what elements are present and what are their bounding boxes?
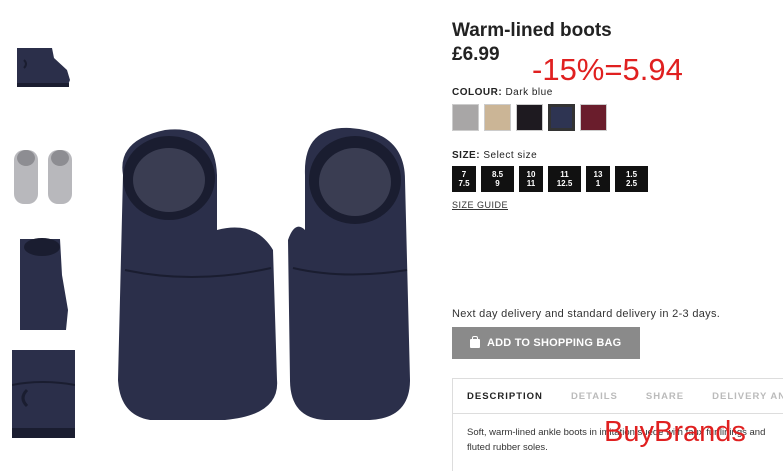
thumbnail-front-view[interactable] — [12, 235, 75, 332]
size-value: Select size — [483, 150, 538, 161]
size-option-line1: 8.5 — [491, 170, 504, 179]
thumbnail-side-view[interactable] — [12, 40, 75, 92]
colour-label-row: COLOUR: Dark blue — [452, 87, 553, 98]
tab-delivery[interactable]: DELIVERY AN — [698, 391, 783, 402]
size-option[interactable]: 11 12.5 — [548, 166, 581, 192]
size-guide-link[interactable]: SIZE GUIDE — [452, 200, 508, 210]
size-option-line2: 7.5 — [458, 179, 470, 188]
discount-annotation: -15%=5.94 — [532, 52, 683, 87]
watermark: BuyBrands — [604, 416, 746, 448]
colour-swatches — [452, 104, 607, 131]
size-option-line1: 7 — [461, 170, 467, 179]
tab-description[interactable]: DESCRIPTION — [453, 391, 557, 402]
tab-bar: DESCRIPTION DETAILS SHARE DELIVERY AN — [453, 379, 783, 414]
thumbnail-detail-view[interactable] — [12, 350, 75, 438]
colour-swatch-burgundy[interactable] — [580, 104, 607, 131]
shopping-bag-icon — [470, 335, 480, 348]
colour-label: COLOUR: — [452, 87, 503, 98]
size-options: 7 7.5 8.5 9 10 11 11 12.5 13 1 1.5 2.5 — [452, 166, 648, 192]
colour-value: Dark blue — [505, 87, 553, 98]
size-option-line2: 2.5 — [625, 179, 638, 188]
size-option-line2: 1 — [595, 179, 601, 188]
size-option-line1: 11 — [560, 170, 569, 179]
product-title: Warm-lined boots — [452, 20, 612, 41]
product-price: £6.99 — [452, 44, 500, 65]
delivery-info: Next day delivery and standard delivery … — [452, 308, 721, 320]
thumbnail-top-view-grey[interactable] — [12, 140, 75, 208]
size-option[interactable]: 1.5 2.5 — [615, 166, 648, 192]
size-option[interactable]: 10 11 — [519, 166, 543, 192]
size-option-line1: 13 — [593, 170, 603, 179]
colour-swatch-beige[interactable] — [484, 104, 511, 131]
size-label: SIZE: — [452, 150, 481, 161]
size-option-line2: 11 — [526, 179, 536, 188]
colour-swatch-grey[interactable] — [452, 104, 479, 131]
tab-details[interactable]: DETAILS — [557, 391, 632, 402]
colour-swatch-black[interactable] — [516, 104, 543, 131]
add-to-bag-label: ADD TO SHOPPING BAG — [487, 337, 622, 349]
size-option-line1: 1.5 — [625, 170, 638, 179]
size-option[interactable]: 13 1 — [586, 166, 610, 192]
tab-share[interactable]: SHARE — [632, 391, 698, 402]
size-label-row: SIZE: Select size — [452, 150, 537, 161]
size-option[interactable]: 8.5 9 — [481, 166, 514, 192]
size-option-line1: 10 — [526, 170, 536, 179]
add-to-bag-button[interactable]: ADD TO SHOPPING BAG — [452, 327, 640, 359]
size-option-line2: 9 — [495, 179, 500, 188]
colour-swatch-dark-blue[interactable] — [548, 104, 575, 131]
size-option[interactable]: 7 7.5 — [452, 166, 476, 192]
main-product-image — [105, 120, 430, 430]
size-option-line2: 12.5 — [556, 179, 573, 188]
